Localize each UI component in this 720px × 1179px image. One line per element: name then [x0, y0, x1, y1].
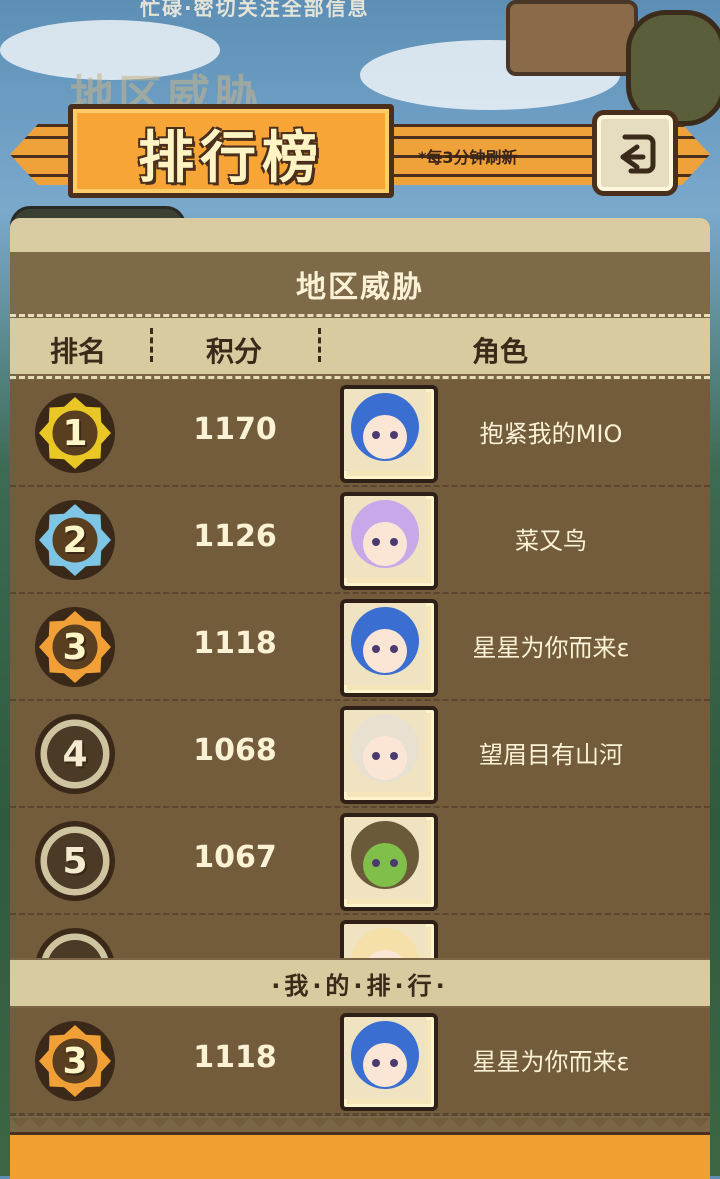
ranking-row[interactable]: 4 1068 望眉目有山河: [10, 701, 710, 809]
divider: [10, 376, 710, 379]
rank-number: 2: [62, 519, 88, 561]
refresh-note: *每3分钟刷新: [418, 148, 518, 167]
rank-number: 5: [62, 840, 88, 882]
plain-medal-icon: 4: [32, 711, 118, 797]
back-button[interactable]: [592, 110, 678, 196]
rank-number: 3: [62, 626, 88, 668]
silver-medal-icon: 2: [32, 497, 118, 583]
my-rank-bar: ·我·的·排·行·: [10, 960, 710, 1006]
title-plate: 排行榜: [68, 104, 394, 198]
back-arrow-icon: [620, 134, 656, 174]
panel-title-bar: 地区威胁: [10, 252, 710, 316]
ranking-row[interactable]: 1 1170 抱紧我的MIO: [10, 380, 710, 488]
bronze-medal-icon: 3: [32, 604, 118, 690]
leaderboard-panel: 地区威胁 排名 积分 角色 1 1170 抱紧我的MIO 2 1126 菜又鸟 3 1118 星…: [10, 218, 710, 1179]
my-rank-row[interactable]: 3 1118 星星为你而来ε: [10, 1008, 710, 1116]
row-player-name: 星星为你而来ε: [472, 1048, 630, 1076]
plain-medal-icon: [32, 925, 118, 958]
row-player-name: 菜又鸟: [515, 527, 587, 555]
blue-hair-elf-avatar[interactable]: [340, 1013, 438, 1111]
ranking-row[interactable]: 5 1067: [10, 808, 710, 916]
row-player-name: 星星为你而来ε: [472, 634, 630, 662]
ranking-row[interactable]: 2 1126 菜又鸟: [10, 487, 710, 595]
rainbow-hair-avatar[interactable]: [340, 492, 438, 590]
plain-medal-icon: 5: [32, 818, 118, 904]
row-score: 1126: [193, 519, 277, 554]
table-header: 排名 积分 角色: [10, 318, 710, 374]
title-banner: 排行榜 *每3分钟刷新: [10, 104, 710, 198]
header-role: 角色: [472, 335, 529, 368]
header-separator: [150, 328, 153, 362]
background-sign: 地区威胁: [70, 71, 262, 122]
row-score: 1118: [193, 626, 277, 661]
header-score: 积分: [206, 335, 263, 368]
header-rank: 排名: [50, 335, 107, 368]
row-score: 1170: [193, 412, 277, 447]
gold-medal-icon: 1: [32, 390, 118, 476]
blue-hair-avatar[interactable]: [340, 385, 438, 483]
rank-number: 4: [62, 733, 88, 775]
scroll-icon: [506, 0, 638, 76]
my-rank-label: ·我·的·排·行·: [271, 971, 449, 1000]
row-score: 1118: [193, 1040, 277, 1075]
panel-title: 地区威胁: [296, 270, 424, 305]
blue-hair-elf-avatar[interactable]: [340, 599, 438, 697]
bronze-medal-icon: 3: [32, 1018, 118, 1104]
ranking-row[interactable]: 3 1118 星星为你而来ε: [10, 594, 710, 702]
background-text: 忙碌·密切关注全部信息: [140, 0, 370, 20]
header-separator: [318, 328, 321, 362]
page-title: 排行榜: [138, 126, 324, 191]
row-player-name: 望眉目有山河: [479, 741, 623, 769]
green-goblin-avatar[interactable]: [340, 813, 438, 911]
panel-bottom-edge: [10, 1132, 710, 1179]
divider: [10, 314, 710, 317]
white-hair-horned-avatar[interactable]: [340, 706, 438, 804]
row-player-name: 抱紧我的MIO: [479, 420, 623, 448]
row-score: 1068: [193, 733, 277, 768]
rank-number: 1: [62, 412, 88, 454]
panel-top-edge: [10, 218, 710, 252]
ranking-list[interactable]: 1 1170 抱紧我的MIO 2 1126 菜又鸟 3 1118 星星为你而来ε 4 1068 望眉目…: [10, 380, 710, 958]
rank-number: 3: [62, 1040, 88, 1082]
row-score: 1067: [193, 840, 277, 875]
ranking-row[interactable]: [10, 915, 710, 958]
rank-number: [32, 925, 118, 958]
blonde-avatar[interactable]: [340, 920, 438, 958]
